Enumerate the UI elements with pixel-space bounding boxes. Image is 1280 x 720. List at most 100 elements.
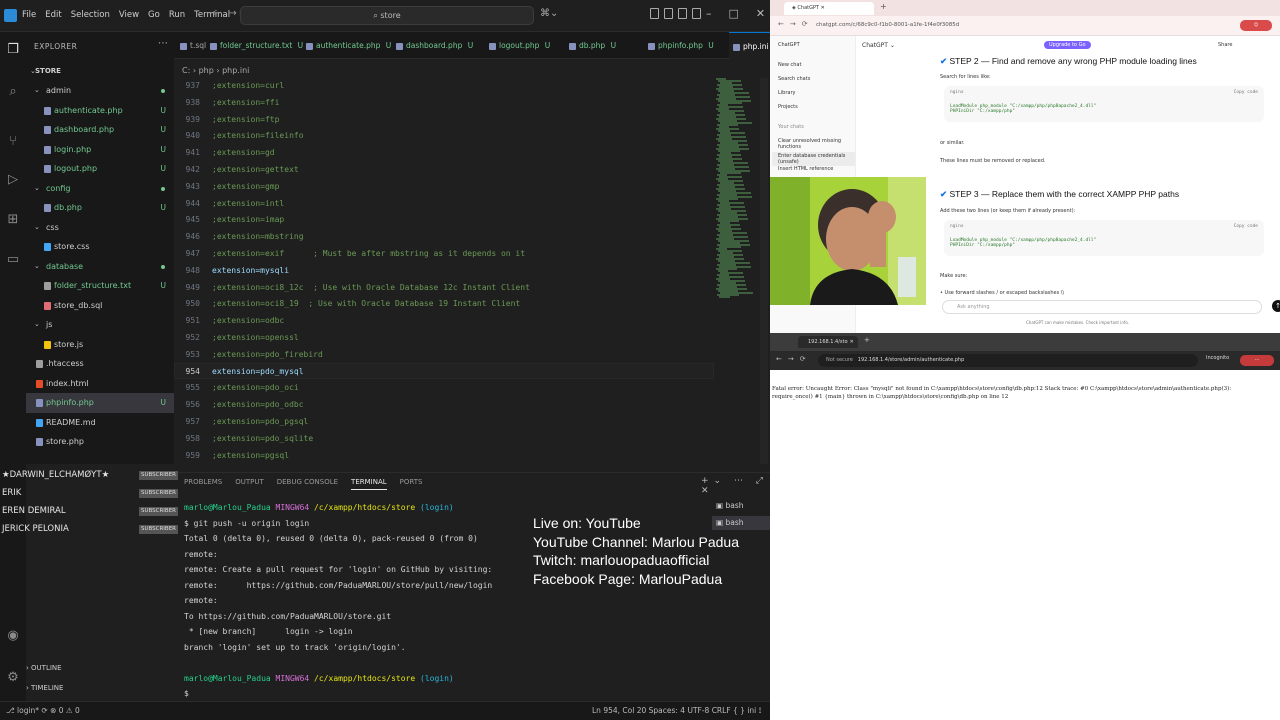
- copilot-icon[interactable]: ⌘⌄: [540, 8, 558, 19]
- more-actions-icon[interactable]: ⋯: [158, 38, 168, 49]
- tree-item-db-php[interactable]: db.php U: [26, 198, 174, 218]
- panel-controls[interactable]: +⌄ ⋯ ⤢ ✕: [701, 476, 770, 496]
- these-lines-text: These lines must be removed or replaced.: [940, 158, 1046, 164]
- sidebar-item-1[interactable]: New chat: [778, 62, 801, 68]
- menu-item-run[interactable]: Run: [169, 10, 185, 20]
- line-number: 946: [185, 232, 200, 242]
- run-debug-icon[interactable]: ▷: [5, 172, 21, 188]
- update-button[interactable]: ⋯: [1240, 355, 1274, 366]
- editor-scrollbar[interactable]: [760, 78, 768, 464]
- tab-authenticate-php[interactable]: authenticate.php U: [302, 32, 395, 59]
- timeline-label[interactable]: › TIMELINE: [26, 684, 63, 692]
- code-line: ;extension=odbc: [212, 316, 285, 326]
- maximize-icon[interactable]: □: [729, 7, 739, 20]
- tree-item-store-css[interactable]: store.css: [26, 237, 174, 257]
- breadcrumb[interactable]: C: › php › php.ini: [182, 66, 249, 75]
- tab-phpinfo-php[interactable]: phpinfo.php U: [644, 32, 718, 59]
- new-tab-icon[interactable]: +: [864, 336, 870, 344]
- tree-item-logout-php[interactable]: logout.php U: [26, 159, 174, 179]
- menu-item-file[interactable]: File: [22, 10, 36, 20]
- tree-item--htaccess[interactable]: .htaccess: [26, 354, 174, 374]
- panel-tab-problems[interactable]: PROBLEMS: [184, 478, 222, 490]
- upgrade-button[interactable]: Upgrade to Go: [1044, 41, 1091, 49]
- layout-icon[interactable]: [664, 8, 673, 19]
- model-selector[interactable]: ChatGPT ⌄: [862, 42, 895, 49]
- search-icon[interactable]: ⌕: [5, 84, 21, 100]
- sidebar-item-0[interactable]: ChatGPT: [778, 42, 800, 48]
- layout-icon[interactable]: [678, 8, 687, 19]
- status-left[interactable]: ⎇ login* ⟳ ⊗ 0 ⚠ 0: [6, 702, 80, 720]
- code-line: extension=pdo_mysql: [212, 366, 304, 376]
- root-folder[interactable]: ⌄ STORE: [26, 62, 174, 82]
- sidebar-item-4[interactable]: Projects: [778, 104, 798, 110]
- tree-item-phpinfo-php[interactable]: phpinfo.php U: [26, 393, 174, 413]
- outline-label[interactable]: › OUTLINE: [26, 664, 62, 672]
- menu-item-selection[interactable]: Selection: [71, 10, 110, 20]
- settings-gear-icon[interactable]: ⚙: [5, 670, 21, 686]
- tree-item-admin[interactable]: ⌄ admin: [26, 81, 174, 101]
- tree-item-store-php[interactable]: store.php: [26, 432, 174, 452]
- sidebar-item-3[interactable]: Library: [778, 90, 795, 96]
- tab-status: U: [383, 41, 392, 50]
- tree-item-readme-md[interactable]: README.md: [26, 413, 174, 433]
- close-icon[interactable]: ✕: [756, 7, 765, 20]
- tab-folder-structure-txt[interactable]: folder_structure.txt U: [206, 32, 307, 59]
- copy-code-button[interactable]: Copy code: [1234, 90, 1258, 95]
- address-bar[interactable]: Not secure 192.168.1.4/store/admin/authe…: [818, 354, 1198, 367]
- panel-tab-ports[interactable]: PORTS: [400, 478, 423, 490]
- profile-button[interactable]: ☺: [1240, 20, 1272, 31]
- browser-tab[interactable]: ◈ ChatGPT ✕: [784, 2, 874, 15]
- panel-tab-output[interactable]: OUTPUT: [235, 478, 264, 490]
- tree-item-store-js[interactable]: store.js: [26, 335, 174, 355]
- new-tab-icon[interactable]: +: [880, 2, 887, 11]
- status-right[interactable]: Ln 954, Col 20 Spaces: 4 UTF-8 CRLF { } …: [592, 702, 761, 720]
- layout-controls[interactable]: [650, 8, 701, 19]
- command-center-search[interactable]: ⌕ store: [240, 6, 534, 25]
- tree-item-css[interactable]: ⌄ css: [26, 218, 174, 238]
- tree-item-config[interactable]: ⌄ config: [26, 179, 174, 199]
- chatter-name: EREN DEMIRAL: [2, 506, 66, 516]
- tree-item-index-html[interactable]: index.html: [26, 374, 174, 394]
- sidebar-item-7[interactable]: Enter database credentials (unsafe): [772, 152, 855, 166]
- explorer-icon[interactable]: ❐: [5, 42, 21, 58]
- panel-tab-terminal[interactable]: TERMINAL: [351, 478, 387, 490]
- sidebar-item-6[interactable]: Clear unresolved missing functions: [778, 138, 855, 150]
- menu-item-view[interactable]: View: [119, 10, 139, 20]
- browser-tab[interactable]: 192.168.1.4/store/admin/authenticate.php…: [798, 336, 858, 348]
- sidebar-item-2[interactable]: Search chats: [778, 76, 810, 82]
- source-control-icon[interactable]: ⑂: [5, 134, 21, 150]
- code-editor[interactable]: 937 ;extension=curl 938 ;extension=ffi 939 ;e…: [174, 78, 770, 464]
- ask-input[interactable]: Ask anything: [942, 300, 1262, 314]
- tree-item-database[interactable]: ⌄ database: [26, 257, 174, 277]
- menu-item-go[interactable]: Go: [148, 10, 160, 20]
- terminal-session-item[interactable]: ▣ bash: [712, 499, 770, 513]
- tree-item-dashboard-php[interactable]: dashboard.php U: [26, 120, 174, 140]
- sidebar-item-8[interactable]: Insert HTML reference: [778, 166, 833, 172]
- remote-explorer-icon[interactable]: ▭: [5, 252, 21, 268]
- tree-item-folder-structure-txt[interactable]: folder_structure.txt U: [26, 276, 174, 296]
- terminal-segment: /c/xampp/htdocs/store: [314, 673, 421, 683]
- menu-item-edit[interactable]: Edit: [45, 10, 61, 20]
- tab-db-php[interactable]: db.php U: [565, 32, 620, 59]
- layout-icon[interactable]: [650, 8, 659, 19]
- share-button[interactable]: Share: [1218, 42, 1232, 48]
- extensions-icon[interactable]: ⊞: [5, 212, 21, 228]
- tab-logout-php[interactable]: logout.php U: [485, 32, 554, 59]
- minimize-icon[interactable]: –: [706, 7, 712, 20]
- tree-item-login-php[interactable]: login.php U: [26, 140, 174, 160]
- nav-buttons[interactable]: ←→⟳: [776, 355, 812, 363]
- copy-code-button[interactable]: Copy code: [1234, 224, 1258, 229]
- layout-icon[interactable]: [692, 8, 701, 19]
- tree-item-authenticate-php[interactable]: authenticate.php U: [26, 101, 174, 121]
- code-line: ;extension=pgsql: [212, 450, 290, 460]
- tree-item-store-db-sql[interactable]: store_db.sql: [26, 296, 174, 316]
- minimap[interactable]: [716, 78, 756, 302]
- sidebar-item-5[interactable]: Your chats: [778, 124, 804, 130]
- send-button[interactable]: ↑: [1272, 300, 1280, 312]
- tree-item-js[interactable]: ⌄ js: [26, 315, 174, 335]
- nav-buttons[interactable]: ←→⟳: [778, 20, 814, 28]
- panel-tab-debug-console[interactable]: DEBUG CONSOLE: [277, 478, 338, 490]
- account-icon[interactable]: ◉: [5, 628, 21, 644]
- address-bar[interactable]: chatgpt.com/c/68c9c0-f1b0-8001-a1fe-1f4e…: [816, 19, 1176, 32]
- tab-dashboard-php[interactable]: dashboard.php U: [392, 32, 477, 59]
